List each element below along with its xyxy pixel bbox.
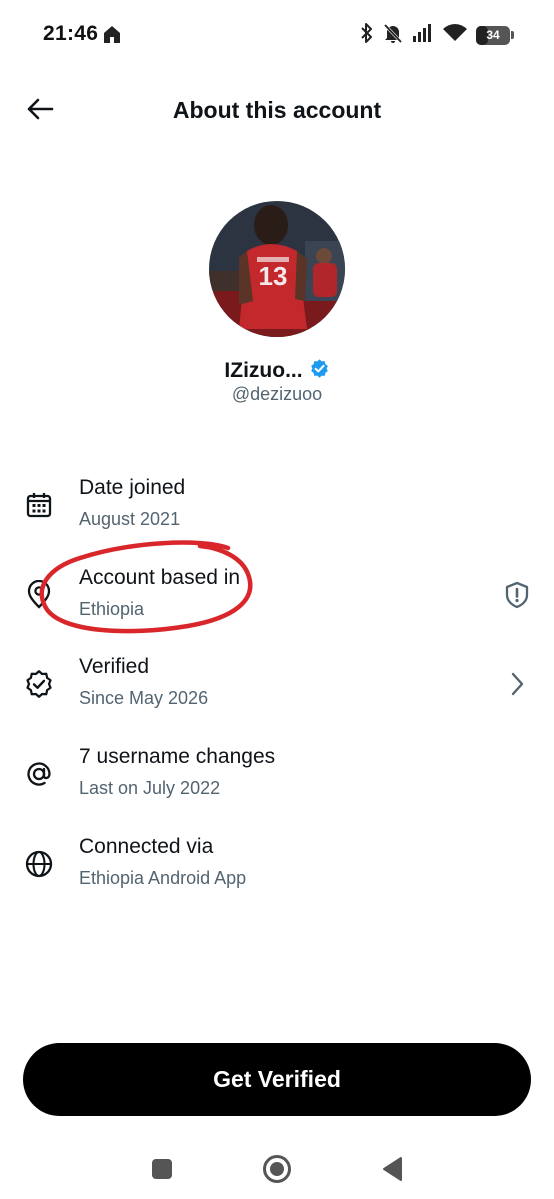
- jersey-number: 13: [259, 261, 288, 291]
- info-label: 7 username changes: [79, 745, 276, 768]
- recents-square-icon: [151, 1158, 173, 1185]
- battery-level: 34: [486, 28, 500, 42]
- info-value: Since May 2026: [79, 688, 209, 708]
- back-triangle-icon: [381, 1156, 403, 1187]
- shield-alert-icon[interactable]: [500, 578, 534, 612]
- globe-icon: [22, 847, 56, 881]
- info-value: August 2021: [79, 509, 181, 529]
- info-label: Account based in: [79, 566, 241, 589]
- battery-nub: [511, 31, 514, 39]
- calendar-icon: [22, 488, 56, 522]
- header: About this account: [0, 80, 554, 142]
- signal-icon: [412, 23, 434, 48]
- profile-handle: @dezizuoo: [231, 384, 323, 404]
- avatar[interactable]: 13: [209, 201, 345, 337]
- home-icon: [101, 23, 123, 45]
- info-value: Ethiopia Android App: [79, 868, 247, 888]
- at-sign-icon: [22, 757, 56, 791]
- info-row-date-joined: Date joined August 2021: [0, 476, 554, 546]
- info-label: Connected via: [79, 835, 214, 858]
- profile-name: IZizuo...: [224, 359, 303, 382]
- info-value: Last on July 2022: [79, 778, 221, 798]
- info-row-connected-via: Connected via Ethiopia Android App: [0, 835, 554, 905]
- chevron-right-icon[interactable]: [500, 667, 534, 701]
- verified-badge-icon: [309, 358, 330, 384]
- location-pin-icon: [22, 578, 56, 612]
- info-row-account-based-in: Account based in Ethiopia: [0, 566, 554, 636]
- info-label: Date joined: [79, 476, 186, 499]
- battery-icon: 34: [476, 25, 510, 45]
- system-nav-bar: [0, 1140, 554, 1199]
- bluetooth-icon: [360, 22, 374, 49]
- home-nav-button[interactable]: [257, 1151, 297, 1191]
- recents-button[interactable]: [142, 1151, 182, 1191]
- status-icons: 34: [360, 22, 514, 48]
- home-circle-icon: [262, 1154, 292, 1189]
- verified-badge-icon: [22, 667, 56, 701]
- page-title: About this account: [172, 97, 382, 123]
- back-nav-button[interactable]: [372, 1151, 412, 1191]
- get-verified-button[interactable]: Get Verified: [23, 1043, 531, 1116]
- info-row-verified[interactable]: Verified Since May 2026: [0, 655, 554, 725]
- bell-off-icon: [382, 22, 404, 49]
- status-time: 21:46: [43, 22, 99, 45]
- profile-name-row: IZizuo...: [0, 358, 554, 384]
- wifi-icon: [442, 23, 468, 48]
- info-row-username-changes: 7 username changes Last on July 2022: [0, 745, 554, 815]
- info-value: Ethiopia: [79, 599, 145, 619]
- info-label: Verified: [79, 655, 150, 678]
- status-bar: 21:46 34: [0, 0, 554, 70]
